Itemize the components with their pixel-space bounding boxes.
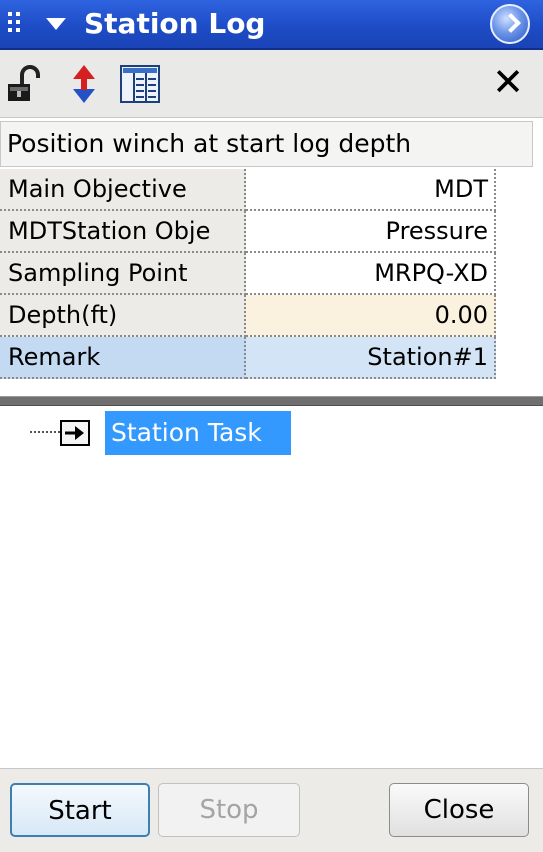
arrow-right-icon — [60, 420, 90, 446]
tree-connector — [30, 431, 60, 433]
property-value[interactable]: Pressure — [246, 211, 496, 253]
unlock-button[interactable] — [4, 62, 48, 106]
drag-grip-icon[interactable] — [8, 12, 22, 38]
depth-input[interactable]: 0.00 — [246, 295, 496, 337]
navigate-forward-button[interactable] — [490, 4, 530, 44]
padlock-icon — [8, 65, 40, 101]
property-grid: Main Objective MDT MDTStation Obje Press… — [0, 169, 496, 379]
instruction-message: Position winch at start log depth — [0, 121, 533, 167]
pane-splitter[interactable] — [0, 396, 543, 406]
property-row[interactable]: Sampling Point MRPQ-XD — [0, 253, 496, 295]
button-bar: Start Stop Close — [0, 768, 543, 852]
toolbar: ✕ — [0, 50, 543, 118]
property-value[interactable]: Station#1 — [246, 337, 496, 379]
columns-icon — [120, 65, 160, 103]
stop-button[interactable]: Stop — [158, 783, 300, 837]
panel-title: Station Log — [84, 7, 266, 40]
property-row[interactable]: Remark Station#1 — [0, 337, 496, 379]
chevron-right-icon — [501, 13, 521, 33]
close-icon: ✕ — [492, 60, 524, 104]
property-label: Remark — [0, 337, 246, 379]
collapse-arrow-icon[interactable] — [46, 18, 66, 30]
property-label: Main Objective — [0, 169, 246, 211]
task-tree: Station Task — [0, 406, 543, 766]
property-label: MDTStation Obje — [0, 211, 246, 253]
property-value[interactable]: MRPQ-XD — [246, 253, 496, 295]
property-row[interactable]: Depth(ft) 0.00 — [0, 295, 496, 337]
panel-title-bar[interactable]: Station Log — [0, 0, 543, 50]
property-row[interactable]: MDTStation Obje Pressure — [0, 211, 496, 253]
grid-background — [496, 169, 543, 385]
property-label: Sampling Point — [0, 253, 246, 295]
close-panel-button[interactable]: ✕ — [486, 60, 530, 104]
columns-view-button[interactable] — [118, 62, 162, 106]
property-row[interactable]: Main Objective MDT — [0, 169, 496, 211]
sort-order-button[interactable] — [62, 62, 106, 106]
sort-arrows-icon — [73, 65, 95, 103]
property-label: Depth(ft) — [0, 295, 246, 337]
close-button[interactable]: Close — [389, 783, 529, 837]
tree-item-station-task[interactable]: Station Task — [105, 411, 291, 455]
start-button[interactable]: Start — [10, 783, 150, 837]
property-value[interactable]: MDT — [246, 169, 496, 211]
